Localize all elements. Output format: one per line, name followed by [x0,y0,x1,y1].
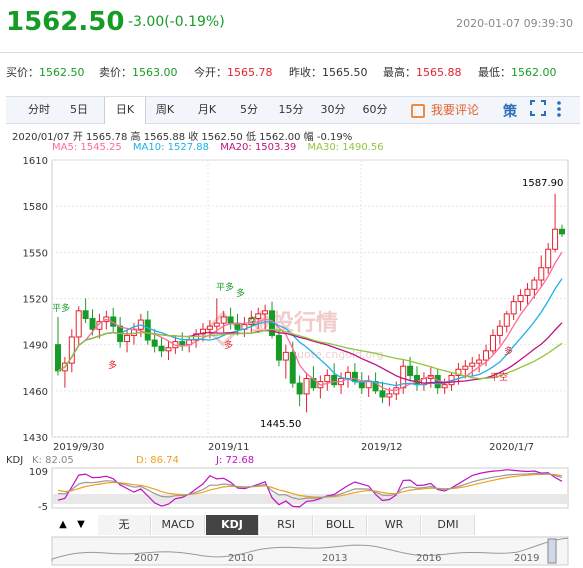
candle-body [503,313,510,327]
candle-body [179,341,186,346]
candle-body [441,384,448,389]
kdj-tick-label: -5 [38,502,48,513]
candle-body [407,365,414,376]
range-navigator [51,536,569,566]
candle-body [351,371,358,383]
candle-body [55,344,61,372]
candle-body [489,334,496,352]
x-tick-label: 2019/9/30 [53,442,104,453]
candle-body [559,228,565,235]
watermark-url: quote.cngold.org [290,348,384,361]
x-tick-label: 2019/12 [361,442,403,453]
x-tick-label: 2020/1/7 [489,442,534,453]
scroll-up-arrow[interactable]: ▲ [54,515,72,535]
y-tick-label: 1550 [23,248,48,259]
indicator-tab-macd[interactable]: MACD [152,515,205,535]
y-tick-label: 1430 [23,433,48,444]
navigator-year-label: 2019 [514,553,539,564]
kdj-d-value: D: 86.74 [136,455,179,466]
candle-body [124,334,131,343]
indicator-tab-wr[interactable]: WR [368,515,421,535]
candle-body [552,228,559,250]
kdj-title: KDJ [6,455,23,466]
candle-body [379,390,386,398]
navigator-year-label: 2007 [134,553,159,564]
navigator-year-label: 2016 [416,553,441,564]
navigator-handle [547,538,557,564]
candle-body [206,325,213,330]
y-tick-label: 1610 [23,156,48,167]
scroll-down-arrow[interactable]: ▼ [72,515,90,535]
signal-flat-long: 平多 [216,281,234,293]
candle-body [289,351,296,384]
indicator-tab-rsi[interactable]: RSI [260,515,313,535]
candle-body [469,362,476,367]
indicator-tab-dmi[interactable]: DMI [422,515,475,535]
candle-body [296,382,303,395]
kdj-k-value: K: 82.05 [32,455,74,466]
candle-body [517,294,524,303]
candle-body [531,279,538,290]
y-tick-label: 1460 [23,387,48,398]
kdj-tick-label: 109 [29,467,48,478]
candle-body [434,374,441,389]
navigator-year-label: 2013 [322,553,347,564]
candle-body [510,301,517,315]
signal-flat-long: 平多 [52,302,70,314]
candle-body [483,350,490,361]
kdj-band [53,494,567,504]
signal-long: 多 [236,287,245,299]
candle-body [82,310,89,320]
candle-body [324,374,331,383]
candle-body [476,359,483,364]
candle-body [524,288,531,296]
signal-short: 空 [248,315,257,327]
candle-body [545,248,552,269]
candle-body [496,325,503,336]
x-tick-label: 2019/11 [208,442,250,453]
candle-body [262,310,269,315]
candle-body [303,378,310,395]
candle-body [89,318,96,330]
candle-body [227,316,234,324]
candle-body [75,310,82,338]
candle-body [144,319,151,341]
y-tick-label: 1520 [23,295,48,306]
indicator-tab-boll[interactable]: BOLL [314,515,367,535]
candle-body [158,345,165,352]
candle-body [275,334,282,361]
candle-body [331,374,338,386]
candle-body [365,381,372,389]
candle-body [282,351,289,361]
y-tick-label: 1580 [23,202,48,213]
candle-body [414,374,421,386]
candle-body [386,393,393,398]
candle-body [344,371,351,380]
signal-long: 多 [504,345,513,357]
candle-body [538,267,545,281]
candle-body [462,365,469,370]
candle-body [213,322,220,327]
signal-long: 多 [108,359,117,371]
candle-body [165,347,172,352]
candle-body [220,316,227,324]
candle-body [151,339,158,347]
kline-chart: 1610 1580 1550 1520 1490 1460 1430 2019/9/30 201… [6,156,569,566]
signal-long: 多 [224,339,233,351]
kdj-d-line [57,473,563,498]
kdj-j-value: J: 72.68 [215,455,254,466]
indicator-tab-kdj[interactable]: KDJ [206,515,259,535]
y-tick-label: 1490 [23,341,48,352]
min-price-label: 1445.50 [260,419,301,430]
signal-flat-short: 平空 [490,371,508,383]
navigator-year-label: 2010 [228,553,253,564]
indicator-tab-none[interactable]: 无 [98,515,151,535]
max-price-label: 1587.90 [522,178,563,189]
